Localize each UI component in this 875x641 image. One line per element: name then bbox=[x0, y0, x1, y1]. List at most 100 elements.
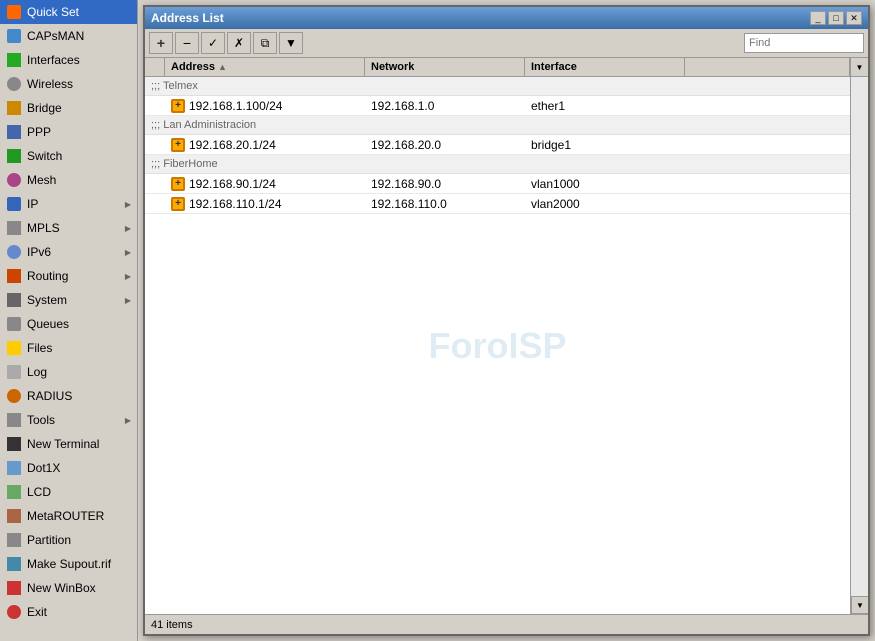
cell-address: 192.168.1.100/24 bbox=[165, 97, 365, 115]
sidebar-item-quick-set[interactable]: Quick Set bbox=[0, 0, 137, 24]
expand-arrow-ip: ▶ bbox=[125, 200, 131, 209]
supout-icon bbox=[6, 556, 22, 572]
sidebar-item-tools[interactable]: Tools▶ bbox=[0, 408, 137, 432]
partition-icon bbox=[6, 532, 22, 548]
sidebar-item-ppp[interactable]: PPP bbox=[0, 120, 137, 144]
sidebar-item-supout[interactable]: Make Supout.rif bbox=[0, 552, 137, 576]
cell-network: 192.168.110.0 bbox=[365, 195, 525, 213]
sidebar-item-partition[interactable]: Partition bbox=[0, 528, 137, 552]
sidebar-label-system: System bbox=[27, 293, 125, 307]
sidebar-item-queues[interactable]: Queues bbox=[0, 312, 137, 336]
sidebar-label-ip: IP bbox=[27, 197, 125, 211]
cell-network: 192.168.90.0 bbox=[365, 175, 525, 193]
sort-icon: ▲ bbox=[218, 62, 227, 72]
sidebar-item-bridge[interactable]: Bridge bbox=[0, 96, 137, 120]
exit-icon bbox=[6, 604, 22, 620]
row-checkbox[interactable] bbox=[145, 202, 165, 206]
copy-button[interactable]: ⧉ bbox=[253, 32, 277, 54]
sidebar-label-partition: Partition bbox=[27, 533, 131, 547]
sidebar-item-metarouter[interactable]: MetaROUTER bbox=[0, 504, 137, 528]
sidebar-label-mpls: MPLS bbox=[27, 221, 125, 235]
address-icon bbox=[171, 197, 185, 211]
group-row-1: ;;; Lan Administracion bbox=[145, 116, 850, 135]
tools-icon bbox=[6, 412, 22, 428]
sidebar-label-supout: Make Supout.rif bbox=[27, 557, 131, 571]
table-row[interactable]: 192.168.110.1/24192.168.110.0vlan2000 bbox=[145, 194, 850, 214]
sidebar-item-radius[interactable]: RADIUS bbox=[0, 384, 137, 408]
address-list-window: Address List _ □ ✕ + − ✓ ✗ ⧉ ▼ Addre bbox=[143, 5, 870, 636]
sidebar-item-mesh[interactable]: Mesh bbox=[0, 168, 137, 192]
remove-button[interactable]: − bbox=[175, 32, 199, 54]
address-icon bbox=[171, 99, 185, 113]
scroll-down-button[interactable]: ▼ bbox=[851, 596, 868, 614]
winbox-icon bbox=[6, 580, 22, 596]
scrollbar[interactable]: ▲ ▼ bbox=[850, 58, 868, 614]
sidebar-item-mpls[interactable]: MPLS▶ bbox=[0, 216, 137, 240]
sidebar-label-dot1x: Dot1X bbox=[27, 461, 131, 475]
cell-address: 192.168.110.1/24 bbox=[165, 195, 365, 213]
sidebar-label-files: Files bbox=[27, 341, 131, 355]
log-icon bbox=[6, 364, 22, 380]
sidebar-item-lcd[interactable]: LCD bbox=[0, 480, 137, 504]
sidebar-item-ip[interactable]: IP▶ bbox=[0, 192, 137, 216]
metarouter-icon bbox=[6, 508, 22, 524]
window-controls: _ □ ✕ bbox=[810, 11, 862, 25]
system-icon bbox=[6, 292, 22, 308]
sidebar-label-winbox: New WinBox bbox=[27, 581, 131, 595]
expand-arrow-ipv6: ▶ bbox=[125, 248, 131, 257]
close-button[interactable]: ✕ bbox=[846, 11, 862, 25]
table-row[interactable]: 192.168.20.1/24192.168.20.0bridge1 bbox=[145, 135, 850, 155]
sidebar-item-log[interactable]: Log bbox=[0, 360, 137, 384]
address-value: 192.168.90.1/24 bbox=[189, 177, 276, 191]
enable-button[interactable]: ✓ bbox=[201, 32, 225, 54]
th-address[interactable]: Address ▲ bbox=[165, 58, 365, 76]
filter-button[interactable]: ▼ bbox=[279, 32, 303, 54]
address-icon bbox=[171, 138, 185, 152]
group-row-2: ;;; FiberHome bbox=[145, 155, 850, 174]
sidebar-item-ipv6[interactable]: IPv6▶ bbox=[0, 240, 137, 264]
th-network[interactable]: Network bbox=[365, 58, 525, 76]
maximize-button[interactable]: □ bbox=[828, 11, 844, 25]
ip-icon bbox=[6, 196, 22, 212]
queues-icon bbox=[6, 316, 22, 332]
row-checkbox[interactable] bbox=[145, 182, 165, 186]
find-box bbox=[744, 33, 864, 53]
row-checkbox[interactable] bbox=[145, 143, 165, 147]
th-scroll-arrow[interactable]: ▼ bbox=[850, 58, 868, 76]
sidebar-item-winbox[interactable]: New WinBox bbox=[0, 576, 137, 600]
disable-button[interactable]: ✗ bbox=[227, 32, 251, 54]
sidebar-label-capsman: CAPsMAN bbox=[27, 29, 131, 43]
sidebar-label-radius: RADIUS bbox=[27, 389, 131, 403]
sidebar-item-routing[interactable]: Routing▶ bbox=[0, 264, 137, 288]
sidebar-item-dot1x[interactable]: Dot1X bbox=[0, 456, 137, 480]
minimize-button[interactable]: _ bbox=[810, 11, 826, 25]
cell-network: 192.168.1.0 bbox=[365, 97, 525, 115]
sidebar-label-ppp: PPP bbox=[27, 125, 131, 139]
sidebar-item-switch[interactable]: Switch bbox=[0, 144, 137, 168]
group-row-0: ;;; Telmex bbox=[145, 77, 850, 96]
sidebar-item-capsman[interactable]: CAPsMAN bbox=[0, 24, 137, 48]
expand-arrow-mpls: ▶ bbox=[125, 224, 131, 233]
main-content: Address List _ □ ✕ + − ✓ ✗ ⧉ ▼ Addre bbox=[138, 0, 875, 641]
add-button[interactable]: + bbox=[149, 32, 173, 54]
status-bar: 41 items bbox=[145, 614, 868, 634]
sidebar-label-exit: Exit bbox=[27, 605, 131, 619]
row-checkbox[interactable] bbox=[145, 104, 165, 108]
sidebar-item-system[interactable]: System▶ bbox=[0, 288, 137, 312]
sidebar-item-wireless[interactable]: Wireless bbox=[0, 72, 137, 96]
switch-icon bbox=[6, 148, 22, 164]
sidebar-label-lcd: LCD bbox=[27, 485, 131, 499]
sidebar-item-files[interactable]: Files bbox=[0, 336, 137, 360]
scroll-track[interactable] bbox=[851, 76, 868, 596]
sidebar-item-interfaces[interactable]: Interfaces bbox=[0, 48, 137, 72]
cell-interface: ether1 bbox=[525, 97, 685, 115]
table-row[interactable]: 192.168.1.100/24192.168.1.0ether1 bbox=[145, 96, 850, 116]
item-count: 41 items bbox=[151, 619, 193, 631]
sidebar-item-new-terminal[interactable]: New Terminal bbox=[0, 432, 137, 456]
th-interface[interactable]: Interface bbox=[525, 58, 685, 76]
find-input[interactable] bbox=[744, 33, 864, 53]
sidebar-item-exit[interactable]: Exit bbox=[0, 600, 137, 624]
table-header: Address ▲ Network Interface ▼ bbox=[145, 58, 868, 77]
sidebar-label-switch: Switch bbox=[27, 149, 131, 163]
table-row[interactable]: 192.168.90.1/24192.168.90.0vlan1000 bbox=[145, 174, 850, 194]
